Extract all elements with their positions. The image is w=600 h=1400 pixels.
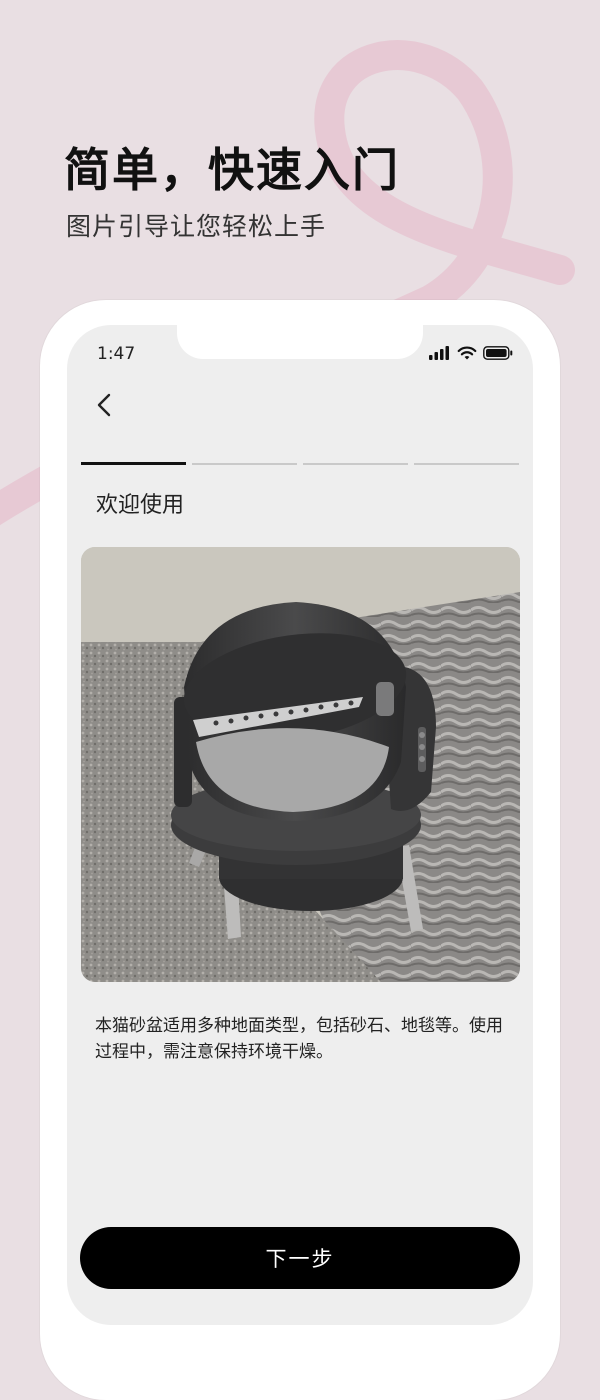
signal-icon <box>429 346 449 360</box>
cat-litter-box-illustration <box>81 547 520 982</box>
wifi-icon <box>457 346 477 359</box>
page-title: 简单，快速入门 <box>64 143 400 197</box>
step-progress-bar <box>81 462 519 465</box>
progress-segment-4 <box>414 463 519 465</box>
next-button[interactable]: 下一步 <box>80 1227 520 1289</box>
status-time: 1:47 <box>97 344 136 364</box>
status-icons <box>429 345 513 361</box>
product-image <box>81 547 520 982</box>
progress-segment-3 <box>303 463 408 465</box>
progress-segment-2 <box>192 463 297 465</box>
progress-segment-1 <box>81 462 186 465</box>
step-title: 欢迎使用 <box>96 493 185 518</box>
page-subtitle: 图片引导让您轻松上手 <box>66 212 327 241</box>
phone-notch <box>177 325 423 359</box>
step-description: 本猫砂盆适用多种地面类型，包括砂石、地毯等。使用过程中，需注意保持环境干燥。 <box>95 1016 503 1062</box>
phone-screen: 1:47 欢迎使用 本猫砂盆适用多种地面类型，包括砂石、地毯等。使用过程中，需注… <box>67 325 533 1325</box>
battery-icon <box>483 346 513 360</box>
back-button[interactable] <box>89 387 119 423</box>
